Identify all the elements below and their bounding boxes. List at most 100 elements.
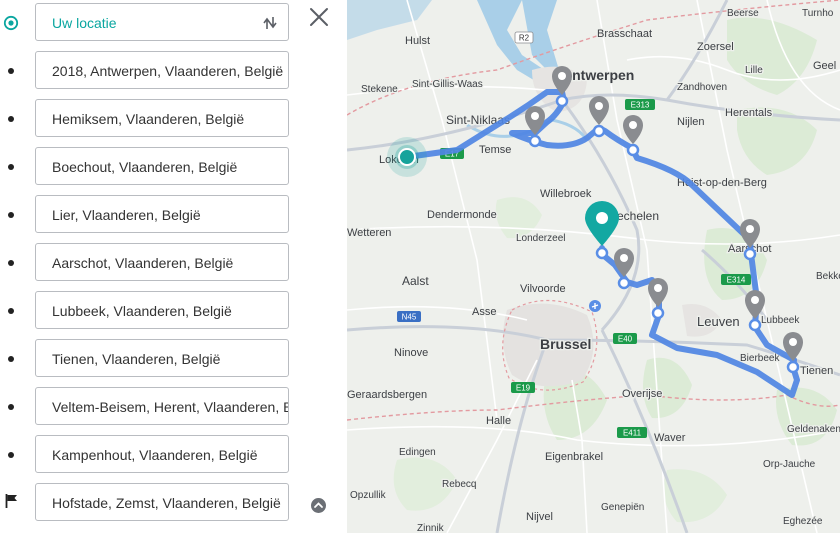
- place-label: Bekkevoort: [816, 271, 840, 282]
- waypoint-field[interactable]: Tienen, Vlaanderen, België: [35, 339, 289, 377]
- destination-field[interactable]: Hofstade, Zemst, Vlaanderen, België: [35, 483, 289, 521]
- place-label: Leuven: [697, 314, 740, 329]
- waypoint-marker[interactable]: [623, 115, 643, 157]
- stop-label: Uw locatie: [52, 15, 117, 31]
- place-label: Zandhoven: [677, 82, 727, 93]
- road-shield-label: N45: [402, 313, 417, 322]
- place-label: Rebecq: [442, 479, 476, 490]
- place-label: Bierbeek: [740, 353, 780, 364]
- place-label: Overijse: [622, 388, 662, 400]
- place-label: Willebroek: [540, 188, 592, 200]
- airport-icon: [589, 300, 601, 312]
- place-label: Lubbeek: [761, 315, 800, 326]
- route-stop-row: Hemiksem, Vlaanderen, België: [0, 96, 347, 144]
- collapse-button[interactable]: [311, 498, 326, 513]
- waypoint-field[interactable]: Veltem-Beisem, Herent, Vlaanderen, Belgi…: [35, 387, 289, 425]
- bullet-icon: [8, 452, 14, 458]
- map-canvas[interactable]: R2E313E17E314N45E40E19E411 HulstBrasscha…: [347, 0, 840, 533]
- place-label: Lille: [745, 65, 763, 76]
- place-label: Herentals: [725, 107, 773, 119]
- stop-label: Lubbeek, Vlaanderen, België: [52, 303, 232, 319]
- road-shield-label: E19: [516, 384, 531, 393]
- route-stop-row: Kampenhout, Vlaanderen, België: [0, 432, 347, 480]
- bullet-icon: [8, 356, 14, 362]
- place-label: Zinnik: [417, 523, 445, 533]
- place-label: Wetteren: [347, 227, 391, 239]
- bullet-icon: [8, 116, 14, 122]
- road-shield: E40: [613, 333, 637, 344]
- road-shield: R2: [514, 31, 534, 44]
- place-label: Asse: [472, 306, 496, 318]
- route-panel: Uw locatie 2018, Antwerpen, Vlaanderen, B…: [0, 0, 347, 533]
- stop-label: 2018, Antwerpen, Vlaanderen, België: [52, 63, 284, 79]
- close-icon: [310, 8, 328, 26]
- waypoint-field[interactable]: Lubbeek, Vlaanderen, België: [35, 291, 289, 329]
- road-shield: E411: [617, 427, 647, 438]
- start-location-marker[interactable]: [387, 137, 427, 177]
- stop-label: Lier, Vlaanderen, België: [52, 207, 201, 223]
- stop-label: Hemiksem, Vlaanderen, België: [52, 111, 245, 127]
- place-label: Geraardsbergen: [347, 389, 427, 401]
- place-label: Opzullik: [350, 490, 387, 501]
- place-label: Orp-Jauche: [763, 459, 816, 470]
- map-view[interactable]: R2 E313 E17 E314 N45 E40 E19 E411 Hulst Brasscha…: [347, 0, 840, 533]
- stop-label: Hofstade, Zemst, Vlaanderen, België: [52, 495, 281, 511]
- place-label: Sint-Gillis-Waas: [412, 79, 483, 90]
- route-stop-row: Lier, Vlaanderen, België: [0, 192, 347, 240]
- road-shield-label: R2: [519, 34, 530, 43]
- destination-marker[interactable]: [585, 201, 619, 260]
- place-label: Brasschaat: [597, 28, 652, 40]
- waypoint-field[interactable]: Lier, Vlaanderen, België: [35, 195, 289, 233]
- place-label: Beerse: [727, 8, 759, 19]
- waypoint-field[interactable]: Kampenhout, Vlaanderen, België: [35, 435, 289, 473]
- road-shield: E314: [721, 274, 751, 285]
- stop-label: Veltem-Beisem, Herent, Vlaanderen, Belgi…: [52, 399, 288, 415]
- route-stop-row: Hofstade, Zemst, Vlaanderen, België: [0, 480, 347, 528]
- place-label: Tienen: [800, 365, 833, 377]
- waypoint-field[interactable]: Hemiksem, Vlaanderen, België: [35, 99, 289, 137]
- waypoint-field[interactable]: Aarschot, Vlaanderen, België: [35, 243, 289, 281]
- road-shield: N45: [397, 311, 421, 322]
- place-label: Genepiën: [601, 502, 644, 513]
- close-button[interactable]: [306, 4, 332, 30]
- place-label: Geldenaken: [787, 424, 840, 435]
- place-label: Waver: [654, 432, 686, 444]
- bullet-icon: [8, 308, 14, 314]
- place-label: Eigenbrakel: [545, 451, 603, 463]
- place-label: Dendermonde: [427, 209, 497, 221]
- place-label: Halle: [486, 415, 511, 427]
- origin-field[interactable]: Uw locatie: [35, 3, 289, 41]
- waypoint-field[interactable]: 2018, Antwerpen, Vlaanderen, België: [35, 51, 289, 89]
- route-stop-row: Tienen, Vlaanderen, België: [0, 336, 347, 384]
- place-label: Turnho: [802, 8, 834, 19]
- bullet-icon: [8, 212, 14, 218]
- road-shield-label: E314: [727, 276, 746, 285]
- route-stop-row: Uw locatie: [0, 0, 347, 48]
- bullet-icon: [8, 68, 14, 74]
- road-shield: E19: [511, 382, 535, 393]
- road-shield-label: E313: [631, 101, 650, 110]
- place-label: Stekene: [361, 84, 398, 95]
- swap-arrows-icon[interactable]: [262, 14, 278, 32]
- place-label: Zoersel: [697, 41, 734, 53]
- place-label: Hulst: [405, 35, 430, 47]
- stop-label: Aarschot, Vlaanderen, België: [52, 255, 234, 271]
- chevron-up-icon: [314, 502, 323, 508]
- stop-label: Kampenhout, Vlaanderen, België: [52, 447, 258, 463]
- flag-icon: [5, 494, 17, 508]
- location-target-icon: [3, 15, 19, 31]
- place-label: Vilvoorde: [520, 283, 566, 295]
- place-label: Antwerpen: [562, 67, 634, 83]
- place-label: Edingen: [399, 447, 436, 458]
- road-shield-label: E40: [618, 335, 633, 344]
- place-label: Ninove: [394, 347, 428, 359]
- route-stop-row: Boechout, Vlaanderen, België: [0, 144, 347, 192]
- place-label: Eghezée: [783, 516, 823, 527]
- place-label: Temse: [479, 144, 511, 156]
- route-stop-row: Veltem-Beisem, Herent, Vlaanderen, Belgi…: [0, 384, 347, 432]
- route-stop-row: 2018, Antwerpen, Vlaanderen, België: [0, 48, 347, 96]
- stop-label: Boechout, Vlaanderen, België: [52, 159, 238, 175]
- place-label: Brussel: [540, 336, 591, 352]
- stop-label: Tienen, Vlaanderen, België: [52, 351, 221, 367]
- waypoint-field[interactable]: Boechout, Vlaanderen, België: [35, 147, 289, 185]
